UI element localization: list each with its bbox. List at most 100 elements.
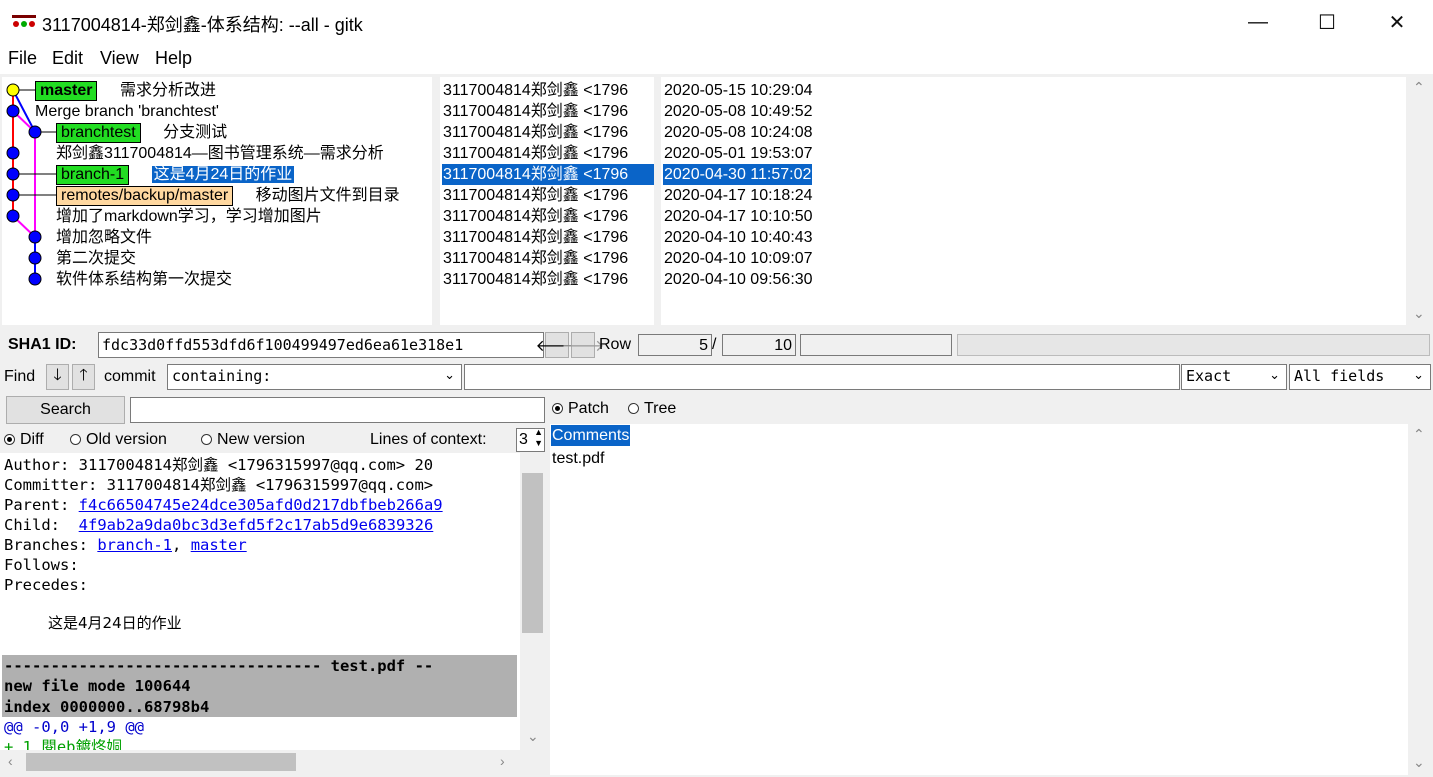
parent-line: Parent: f4c66504745e24dce305afd0d217dbfb… — [4, 496, 443, 514]
commit-message: 需求分析改进 — [119, 82, 216, 99]
scroll-up-icon[interactable]: ⌃ — [1413, 426, 1425, 443]
new-version-radio[interactable]: New version — [201, 431, 305, 449]
search-input[interactable] — [130, 397, 545, 423]
tree-radio[interactable]: Tree — [628, 400, 676, 418]
details-vertical-scrollbar[interactable]: ⌄ — [520, 453, 545, 750]
file-list-pane[interactable]: Comments test.pdf — [550, 424, 1408, 775]
forward-arrow-icon[interactable]: 🡒 — [562, 332, 604, 358]
commit-graph-pane[interactable]: master 需求分析改进 Merge branch 'branchtest' … — [2, 77, 432, 325]
scroll-left-icon[interactable]: ‹ — [8, 753, 13, 769]
maximize-icon[interactable]: ☐ — [1304, 0, 1350, 44]
child-line: Child: 4f9ab2a9da0bc3d3efd5f2c17ab5d9e68… — [4, 516, 434, 534]
find-fields-value: All fields — [1294, 367, 1385, 385]
radio-icon — [201, 434, 212, 446]
scroll-down-icon[interactable]: ⌄ — [1413, 754, 1425, 771]
commit-row[interactable]: master 需求分析改进 — [35, 80, 216, 101]
progress-bar — [957, 334, 1430, 356]
find-input[interactable] — [464, 364, 1180, 390]
file-list-comments[interactable]: Comments — [551, 425, 631, 446]
commit-row[interactable]: branchtest 分支测试 — [56, 122, 227, 143]
find-down-arrow-icon[interactable]: 🡓 — [46, 364, 69, 390]
committer-line: Committer: 3117004814郑剑鑫 <1796315997@qq.… — [4, 476, 434, 494]
scroll-right-icon[interactable]: › — [500, 753, 505, 769]
scroll-down-icon[interactable]: ⌄ — [527, 728, 539, 745]
patch-radio[interactable]: Patch — [552, 400, 609, 418]
follows-line: Follows: — [4, 556, 79, 574]
old-version-radio[interactable]: Old version — [70, 431, 167, 449]
author-line: Author: 3117004814郑剑鑫 <1796315997@qq.com… — [4, 456, 434, 474]
commit-row[interactable]: 软件体系结构第一次提交 — [56, 269, 232, 290]
date-cell: 2020-04-17 10:18:24 — [664, 187, 813, 204]
context-value: 3 — [519, 431, 528, 448]
ref-tag-branchtest: branchtest — [56, 123, 141, 143]
commit-message: 增加了markdown学习，学习增加图片 — [56, 208, 322, 225]
find-type-label[interactable]: commit — [104, 368, 156, 386]
chevron-down-icon: ⌄ — [444, 368, 455, 383]
added-line: + 1 閱eb鍍炵姛 — [4, 738, 122, 750]
find-mode-select[interactable]: containing: ⌄ — [167, 364, 462, 390]
author-cell: 3117004814郑剑鑫 <1796 — [443, 250, 629, 267]
author-cell: 3117004814郑剑鑫 <1796 — [443, 103, 629, 120]
commit-row-selected[interactable]: branch-1 这是4月24日的作业 — [56, 164, 295, 185]
diff-radio[interactable]: Diff — [4, 431, 44, 449]
date-cell-selected: 2020-04-30 11:57:02 — [663, 164, 813, 185]
lines-of-context-spinbox[interactable]: 3 ▲ ▼ — [516, 428, 545, 452]
commit-row[interactable]: 增加忽略文件 — [56, 227, 152, 248]
date-cell: 2020-04-17 10:10:50 — [664, 208, 813, 225]
branch-link-branch-1[interactable]: branch-1 — [97, 536, 172, 554]
file-list-scrollbar[interactable]: ⌃ ⌄ — [1408, 424, 1431, 775]
find-label: Find — [4, 368, 36, 385]
commit-details-pane[interactable]: Author: 3117004814郑剑鑫 <1796315997@qq.com… — [0, 453, 520, 750]
date-pane[interactable]: 2020-05-15 10:29:04 2020-05-08 10:49:52 … — [661, 77, 1406, 325]
sha1-id-field[interactable]: fdc33d0ffd553dfd6f100499497ed6ea61e318e1 — [98, 332, 544, 358]
menu-edit[interactable]: Edit — [52, 48, 83, 69]
menu-file[interactable]: File — [8, 48, 37, 69]
scrollbar-thumb[interactable] — [522, 473, 543, 633]
minimize-icon[interactable]: — — [1235, 0, 1281, 44]
ref-tag-remote-backup-master: remotes/backup/master — [56, 186, 234, 206]
find-up-arrow-icon[interactable]: 🡑 — [72, 364, 95, 390]
commit-message: 软件体系结构第一次提交 — [56, 271, 233, 288]
commit-message: 分支测试 — [163, 124, 228, 141]
commit-row[interactable]: Merge branch 'branchtest' — [35, 101, 219, 122]
commit-row[interactable]: remotes/backup/master 移动图片文件到目录 — [56, 185, 400, 206]
status-field — [800, 334, 952, 356]
scroll-up-icon[interactable]: ⌃ — [1413, 79, 1425, 96]
radio-icon — [70, 434, 81, 446]
spinner-arrows-icon[interactable]: ▲ ▼ — [534, 429, 543, 449]
parent-link[interactable]: f4c66504745e24dce305afd0d217dbfbeb266a9 — [79, 496, 443, 514]
date-cell: 2020-05-08 10:24:08 — [664, 124, 813, 141]
file-list-item[interactable]: test.pdf — [552, 448, 604, 469]
commit-list-scrollbar[interactable]: ⌃ ⌄ — [1408, 77, 1431, 325]
commit-row[interactable]: 第二次提交 — [56, 248, 136, 269]
scrollbar-thumb[interactable] — [26, 753, 296, 771]
branch-link-master[interactable]: master — [191, 536, 247, 554]
scroll-down-icon[interactable]: ⌄ — [1413, 305, 1425, 322]
details-horizontal-scrollbar[interactable]: ‹ › — [0, 750, 520, 774]
author-cell: 3117004814郑剑鑫 <1796 — [443, 271, 629, 288]
author-cell: 3117004814郑剑鑫 <1796 — [443, 145, 629, 162]
row-label: Row — [599, 336, 632, 353]
date-cell: 2020-04-10 09:56:30 — [664, 271, 813, 288]
search-button[interactable]: Search — [6, 396, 125, 424]
old-version-label: Old version — [86, 431, 167, 448]
chevron-down-icon: ⌄ — [1413, 368, 1424, 383]
commit-message: 第二次提交 — [56, 250, 137, 267]
chevron-down-icon: ⌄ — [1269, 368, 1280, 383]
author-cell: 3117004814郑剑鑫 <1796 — [443, 208, 629, 225]
author-pane[interactable]: 3117004814郑剑鑫 <1796 3117004814郑剑鑫 <1796 … — [440, 77, 654, 325]
lines-of-context-label: Lines of context: — [370, 431, 487, 448]
close-icon[interactable]: ✕ — [1374, 0, 1420, 44]
find-mode-value: containing: — [172, 367, 272, 385]
author-cell: 3117004814郑剑鑫 <1796 — [443, 82, 629, 99]
menu-help[interactable]: Help — [155, 48, 192, 69]
child-link[interactable]: 4f9ab2a9da0bc3d3efd5f2c17ab5d9e6839326 — [79, 516, 434, 534]
commit-message: Merge branch 'branchtest' — [35, 103, 219, 120]
commit-row[interactable]: 增加了markdown学习，学习增加图片 — [56, 206, 322, 227]
sha1-label: SHA1 ID: — [8, 336, 77, 353]
find-match-select[interactable]: Exact ⌄ — [1181, 364, 1287, 390]
commit-row[interactable]: 郑剑鑫3117004814—图书管理系统—需求分析 — [56, 143, 384, 164]
menu-view[interactable]: View — [100, 48, 139, 69]
find-fields-select[interactable]: All fields ⌄ — [1289, 364, 1431, 390]
author-cell: 3117004814郑剑鑫 <1796 — [443, 229, 629, 246]
